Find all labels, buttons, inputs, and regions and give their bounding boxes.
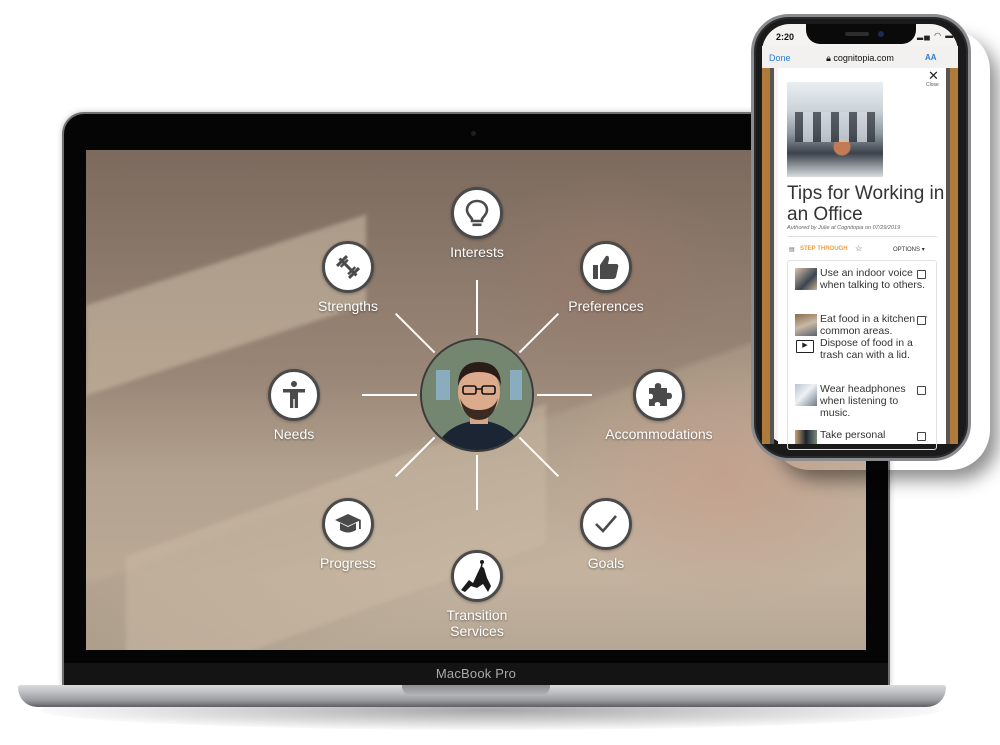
modal-title: Tips for Working in an Office xyxy=(787,183,945,225)
options-dropdown[interactable]: OPTIONS ▾ xyxy=(893,246,925,253)
checkmark-icon xyxy=(580,498,632,550)
star-icon[interactable]: ☆ xyxy=(855,244,862,253)
lock-icon: 🔒︎ xyxy=(826,53,831,63)
wifi-icon: ◠ xyxy=(934,31,943,40)
spoke-line xyxy=(394,436,436,478)
item-thumbnail xyxy=(795,314,817,336)
step-through-button[interactable]: STEP THROUGH xyxy=(800,246,848,252)
hub-node-label: Preferences xyxy=(568,298,644,314)
spoke-line xyxy=(394,312,436,354)
mountain-climber-icon xyxy=(451,550,503,602)
item-thumbnail xyxy=(795,430,817,444)
thumbs-up-icon xyxy=(580,241,632,293)
status-time: 2:20 xyxy=(776,32,795,42)
author-line: Authored by Julie at Cognitopia on 07/29… xyxy=(787,225,901,231)
battery-icon: ▬ xyxy=(945,31,955,40)
list-item[interactable]: Take personal xyxy=(795,430,935,444)
item-text: Wear headphones when listening to music. xyxy=(820,383,906,419)
hub-node-strengths[interactable]: Strengths xyxy=(268,241,428,314)
divider xyxy=(787,236,937,237)
hub-node-label: Transition Services xyxy=(397,607,557,639)
status-icons: ▂▄ ◠ ▬ xyxy=(917,31,954,40)
laptop-screen: Interests Preferences Accommodations Goa… xyxy=(86,150,866,650)
accessibility-person-icon xyxy=(268,369,320,421)
close-label[interactable]: Close xyxy=(926,82,939,88)
item-checkbox[interactable] xyxy=(917,386,926,395)
puzzle-piece-icon xyxy=(633,369,685,421)
laptop-opening-notch xyxy=(402,685,550,696)
hub-node-label: Strengths xyxy=(318,298,378,314)
item-text: Use an indoor voice when talking to othe… xyxy=(820,267,926,291)
item-thumbnail xyxy=(795,268,817,290)
spoke-line xyxy=(518,312,560,354)
hub-node-needs[interactable]: Needs xyxy=(214,369,374,442)
item-thumbnail xyxy=(795,384,817,406)
options-label: OPTIONS xyxy=(893,247,921,253)
chevron-down-icon: ▾ xyxy=(921,247,925,253)
url-text: cognitopia.com xyxy=(833,53,894,63)
text-size-button[interactable]: AA xyxy=(925,53,937,62)
item-text: Eat food in a kitchen or common areas. D… xyxy=(820,313,928,361)
hub-node-label: Needs xyxy=(273,426,315,442)
item-checkbox[interactable] xyxy=(917,270,926,279)
hub-node-preferences[interactable]: Preferences xyxy=(526,241,686,314)
avatar[interactable] xyxy=(420,338,534,452)
spoke-line xyxy=(518,436,560,478)
phone-speaker xyxy=(845,32,869,36)
graduation-cap-icon xyxy=(322,498,374,550)
hub-node-label-line1: Transition xyxy=(446,607,508,623)
signal-icon: ▂▄ xyxy=(917,31,931,40)
office-photo xyxy=(787,82,883,177)
hub-node-label: Progress xyxy=(319,555,377,571)
step-through-icon[interactable]: ▤ xyxy=(789,246,795,253)
phone-front-camera xyxy=(878,31,884,37)
url-bar[interactable]: 🔒︎ cognitopia.com xyxy=(800,53,920,64)
item-text: Take personal xyxy=(820,430,886,441)
hub-node-label: Accommodations xyxy=(605,426,713,442)
item-checkbox[interactable] xyxy=(917,316,926,325)
laptop-camera xyxy=(471,131,476,136)
hub-node-progress[interactable]: Progress xyxy=(268,498,428,571)
laptop-brand-label: MacBook Pro xyxy=(435,666,517,681)
item-checkbox[interactable] xyxy=(917,432,926,441)
hub-node-accommodations[interactable]: Accommodations xyxy=(579,369,739,442)
profile-photo xyxy=(422,340,532,450)
lightbulb-icon xyxy=(451,187,503,239)
hub-node-label-line2: Services xyxy=(450,623,504,639)
dumbbell-icon xyxy=(322,241,374,293)
video-icon[interactable]: ▶ xyxy=(796,340,814,353)
done-button[interactable]: Done xyxy=(769,53,791,63)
